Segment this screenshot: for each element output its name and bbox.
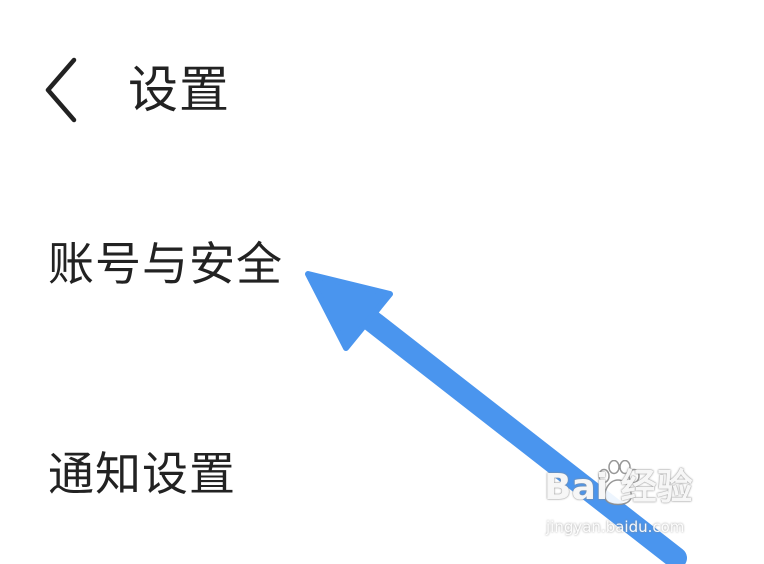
- menu-item-account-security[interactable]: 账号与安全: [0, 210, 764, 320]
- menu-item-label: 账号与安全: [48, 237, 283, 291]
- back-button[interactable]: [30, 50, 100, 130]
- page-title: 设置: [128, 61, 230, 119]
- menu-item-label: 通知设置: [48, 447, 236, 501]
- top-bar: 设置: [0, 50, 764, 140]
- menu-item-notification-settings[interactable]: 通知设置: [0, 420, 764, 530]
- chevron-left-icon: [45, 57, 77, 123]
